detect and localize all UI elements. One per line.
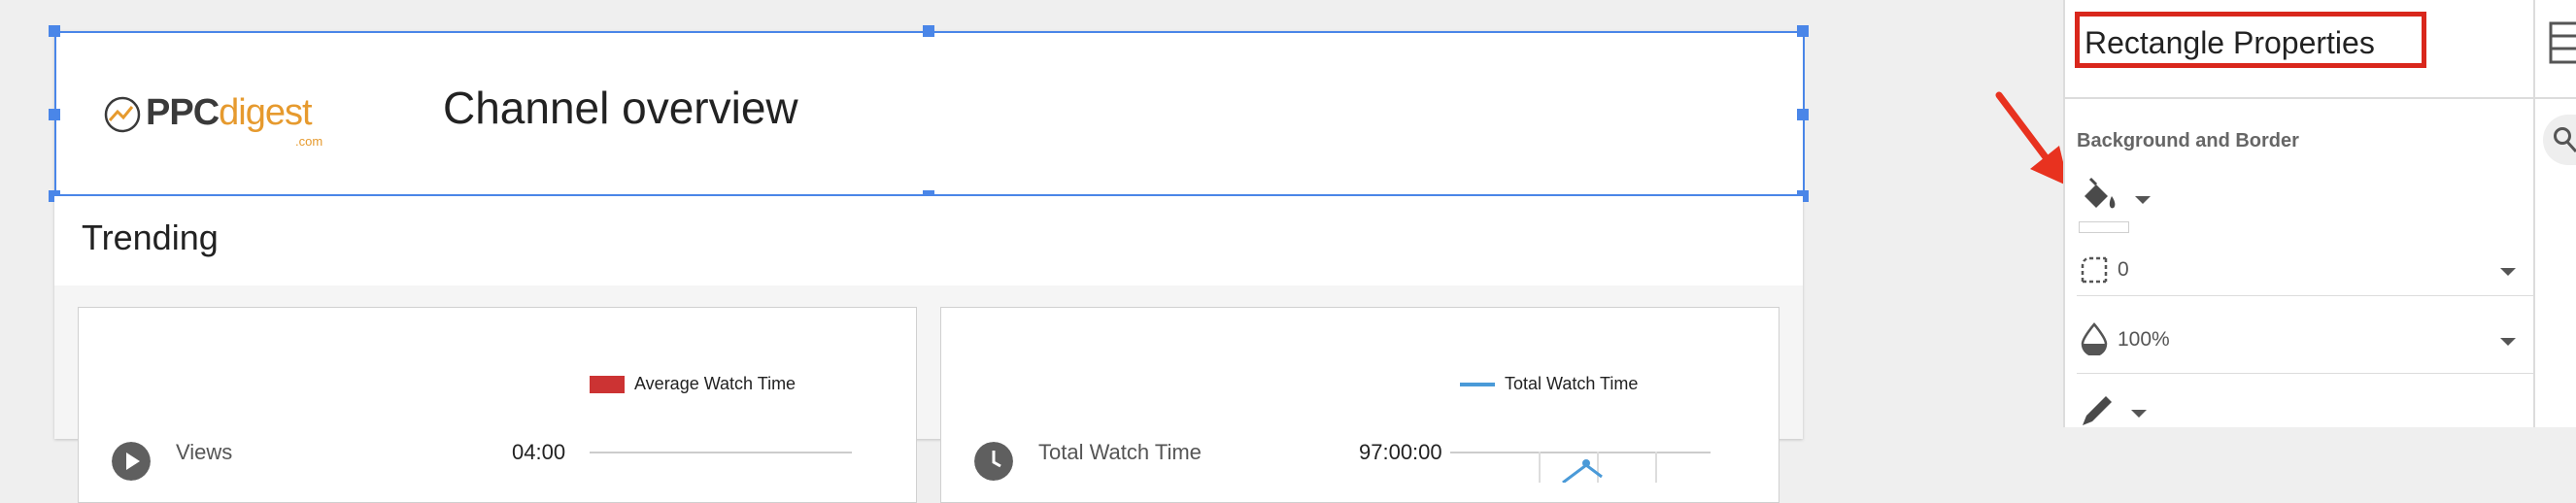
ppcdigest-logo: PPCdigest .com <box>103 85 336 153</box>
chevron-down-icon <box>2131 410 2147 418</box>
metric-label: Views <box>176 440 233 464</box>
border-radius-select[interactable]: 0 <box>2077 251 2533 293</box>
row-divider <box>2077 373 2533 374</box>
opacity-select[interactable]: 100% <box>2077 319 2533 361</box>
chart-gridline <box>590 452 852 453</box>
search-button[interactable] <box>2543 115 2576 165</box>
border-color-picker[interactable] <box>2079 392 2176 427</box>
logo-wordmark: PPCdigest <box>146 92 313 133</box>
legend-swatch <box>1460 383 1495 386</box>
chevron-down-icon <box>2500 268 2516 276</box>
legend-label: Average Watch Time <box>634 374 797 393</box>
clock-icon <box>974 442 1013 481</box>
resize-handle-top-right[interactable] <box>1797 25 1809 37</box>
line-chart-preview <box>1539 452 1657 483</box>
list-icon[interactable] <box>2549 21 2576 64</box>
chart-card-total-watch-time[interactable]: Total Watch Time Total Watch Time 97:00:… <box>940 307 1779 503</box>
border-color-icon <box>2083 396 2112 425</box>
resize-handle-right[interactable] <box>1797 109 1809 120</box>
side-rail <box>2533 0 2576 427</box>
panel-title: Rectangle Properties <box>2085 25 2375 60</box>
fill-color-swatch <box>2079 221 2129 233</box>
chevron-down-icon <box>2135 196 2151 204</box>
legend-label: Total Watch Time <box>1505 374 1639 393</box>
row-divider <box>2077 295 2533 296</box>
resize-handle-top-left[interactable] <box>49 25 60 37</box>
logo-suffix: .com <box>295 134 323 149</box>
section-title: Trending <box>82 218 219 257</box>
legend-swatch <box>590 376 625 393</box>
chevron-down-icon <box>2500 338 2516 346</box>
logo-chart-icon <box>104 96 141 133</box>
section-title: Background and Border <box>2077 130 2299 151</box>
search-icon <box>2554 127 2576 153</box>
border-radius-icon <box>2081 256 2108 284</box>
trending-header <box>54 196 1803 285</box>
properties-panel: Rectangle Properties Background and Bord… <box>2063 0 2535 427</box>
rail-divider <box>2535 97 2576 99</box>
metric-label: Total Watch Time <box>1038 440 1202 464</box>
report-canvas: PPCdigest .com Channel overview Trending… <box>49 25 1809 503</box>
panel-divider <box>2065 97 2535 99</box>
resize-handle-top[interactable] <box>923 25 934 37</box>
metric-value: 97:00:00 <box>1359 440 1442 464</box>
opacity-value: 100% <box>2118 328 2170 351</box>
header-title: Channel overview <box>443 83 798 133</box>
fill-color-picker[interactable] <box>2079 177 2176 219</box>
play-circle-icon <box>112 442 151 481</box>
metric-value: 04:00 <box>512 440 566 464</box>
resize-handle-left[interactable] <box>49 109 60 120</box>
opacity-icon <box>2081 322 2108 355</box>
header-rectangle[interactable]: PPCdigest .com Channel overview <box>54 31 1803 194</box>
border-radius-value: 0 <box>2118 258 2129 281</box>
fill-color-icon <box>2085 177 2116 209</box>
chart-card-average-watch-time[interactable]: Average Watch Time Views 04:00 <box>78 307 917 503</box>
